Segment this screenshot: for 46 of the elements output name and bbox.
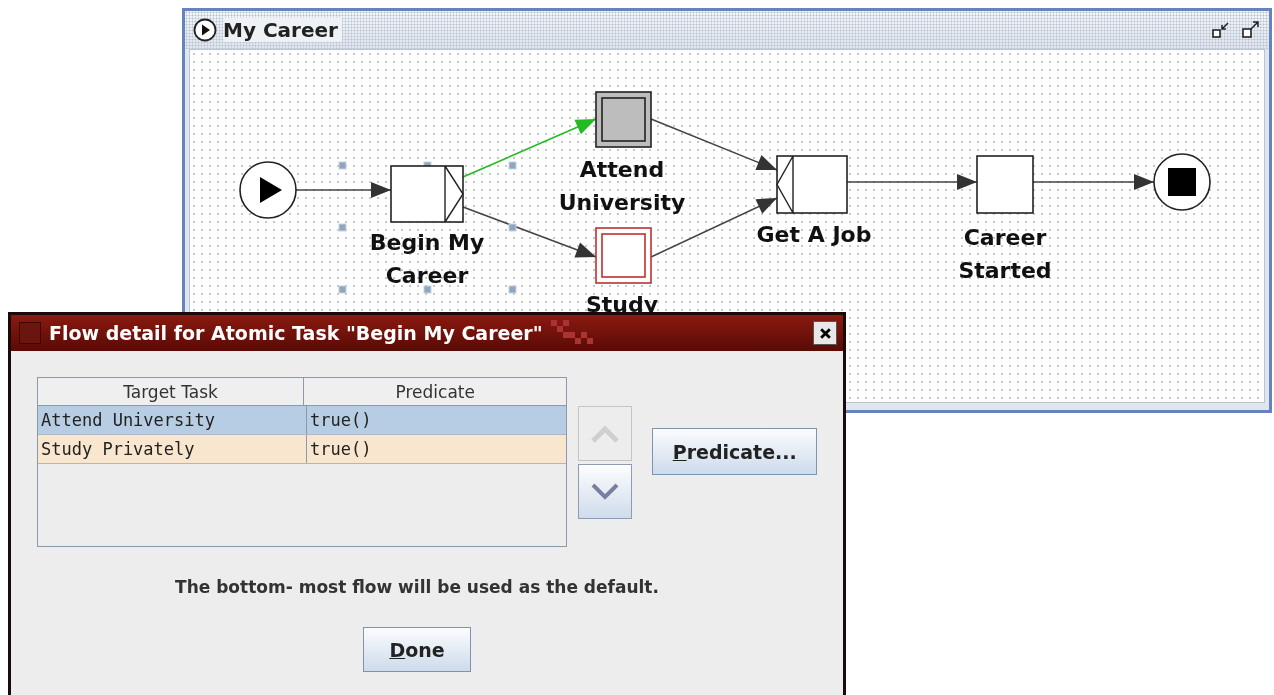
- selection-handle[interactable]: [338, 161, 347, 170]
- maximize-icon[interactable]: [1241, 20, 1261, 40]
- close-icon: [818, 326, 832, 340]
- move-down-button[interactable]: [578, 464, 633, 519]
- flow-arrow[interactable]: [295, 182, 392, 198]
- dialog-title: Flow detail for Atomic Task "Begin My Career": [49, 322, 543, 344]
- table-cell: Attend University: [38, 406, 307, 434]
- predicate-button[interactable]: Predicate...: [652, 428, 817, 475]
- task-label: Attend: [579, 157, 665, 182]
- start-condition[interactable]: [239, 161, 297, 219]
- flow-arrow[interactable]: [1032, 174, 1155, 190]
- task-node[interactable]: [595, 91, 652, 148]
- task-node[interactable]: [595, 227, 652, 284]
- table-cell-text: true(): [309, 409, 373, 432]
- table-cell: Study Privately: [38, 435, 307, 463]
- selection-handle[interactable]: [338, 285, 347, 294]
- hint-text: The bottom- most flow will be used as the default.: [174, 577, 660, 597]
- selection-handle[interactable]: [338, 223, 347, 232]
- play-icon: [193, 18, 217, 42]
- task-label: Started: [958, 258, 1052, 283]
- task-label: Career: [385, 263, 469, 288]
- selection-handle[interactable]: [508, 161, 517, 170]
- window-title: My Career: [223, 18, 342, 42]
- column-header[interactable]: Target Task: [38, 378, 304, 405]
- selection-handle[interactable]: [423, 285, 432, 294]
- task-node[interactable]: [776, 155, 848, 214]
- selection-handle[interactable]: [508, 223, 517, 232]
- task-label: University: [558, 190, 686, 215]
- task-label: Career: [963, 225, 1047, 250]
- close-button[interactable]: [813, 321, 837, 345]
- chevron-down-icon: [590, 481, 621, 502]
- table-row[interactable]: Study Privately true(): [38, 435, 567, 464]
- chevron-up-icon: [590, 423, 621, 444]
- table-row[interactable]: Attend University true(): [38, 406, 567, 435]
- done-button[interactable]: Done: [363, 627, 471, 672]
- task-node[interactable]: [976, 155, 1034, 214]
- end-condition[interactable]: [1153, 153, 1211, 211]
- flow-arrow[interactable]: [846, 174, 978, 190]
- task-node[interactable]: [390, 165, 464, 223]
- column-header[interactable]: Predicate: [304, 378, 567, 405]
- task-label: Begin My: [369, 230, 485, 255]
- minimize-icon[interactable]: [1211, 20, 1231, 40]
- task-label: Study: [585, 292, 659, 317]
- task-label: Get A Job: [756, 222, 872, 247]
- table-cell-text: true(): [309, 438, 373, 461]
- selection-handle[interactable]: [508, 285, 517, 294]
